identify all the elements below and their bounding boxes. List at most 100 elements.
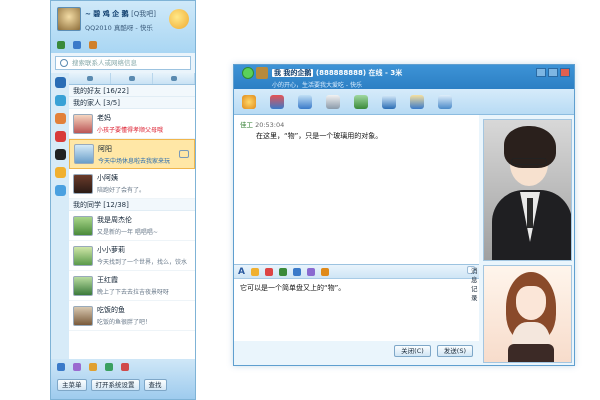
screenshot-icon[interactable]: [320, 267, 329, 276]
friend-name: 阿阳: [98, 144, 112, 153]
friend-signature: 晚上了下去去拉吉夜景呀呀: [97, 289, 170, 296]
tab-recent[interactable]: [153, 73, 195, 84]
list-item[interactable]: 我是周杰伦 又是新的一年 唱唱唱~: [69, 211, 195, 241]
share-icon[interactable]: [382, 94, 396, 109]
wallet-icon[interactable]: [89, 41, 97, 49]
list-item[interactable]: 小小萝莉 今天找到了一个世界，找么，饺水: [69, 241, 195, 271]
music-icon[interactable]: [54, 113, 66, 124]
header-tools: [57, 41, 97, 49]
find-button[interactable]: 查找: [143, 379, 167, 391]
chat-main: 佳工 20:53:04 在这里，“物”，只是一个玻璃用的对象。 A 消息记录 它…: [234, 115, 574, 367]
list-item[interactable]: 老妈 小孩子要懂得孝顺父母哦: [69, 109, 195, 139]
magic-icon[interactable]: [264, 267, 273, 276]
avatar: [73, 113, 93, 134]
weather-icon[interactable]: [169, 9, 189, 29]
music-icon[interactable]: [57, 363, 65, 371]
shake-icon[interactable]: [278, 267, 287, 276]
video-icon[interactable]: [54, 185, 66, 196]
my-avatar[interactable]: [57, 7, 81, 31]
friend-name: 小小萝莉: [97, 246, 125, 254]
chat-title-bar[interactable]: 我 我的企鹅 (888888888) 在线 - 3米 小的开心，生活要我大爱吃 …: [234, 65, 574, 89]
friend-signature: 今天找到了一个世界，找么，饺水: [97, 259, 188, 266]
list-item[interactable]: 吃饭的鱼 吃饭的鱼很胖了吧！: [69, 301, 195, 331]
font-icon[interactable]: A: [238, 267, 245, 277]
group-family[interactable]: 我的家人 [3/5]: [69, 97, 195, 109]
minimize-icon[interactable]: [536, 68, 546, 77]
contact-qq-show[interactable]: [483, 119, 572, 261]
chat-window: 我 我的企鹅 (888888888) 在线 - 3米 小的开心，生活要我大爱吃 …: [233, 64, 575, 366]
main-menu-button[interactable]: 主菜单: [57, 379, 87, 391]
online-status-icon: [242, 67, 254, 79]
window-controls: [536, 68, 570, 77]
game-icon[interactable]: [54, 131, 66, 142]
my-qq-show[interactable]: [483, 265, 572, 363]
message-sender: 佳工: [240, 121, 253, 129]
status-text[interactable]: [Q我吧]: [131, 10, 156, 18]
group-icon[interactable]: [410, 94, 424, 109]
music-icon[interactable]: [306, 267, 315, 276]
buddy-header: ~ 碧 鸡 企 鹅 [Q我吧] QQ2010 真酷呀 - 快乐: [51, 1, 195, 53]
avatar: [74, 144, 94, 164]
tab-groups[interactable]: [111, 73, 153, 84]
close-button[interactable]: 关闭(C): [394, 345, 431, 357]
video-call-icon[interactable]: [179, 150, 189, 158]
shop-icon[interactable]: [54, 167, 66, 178]
emoticon-icon[interactable]: [242, 94, 256, 109]
contact-search-input[interactable]: 搜索联系人或网络信息: [55, 56, 191, 70]
friend-name: 小阿姨: [97, 174, 118, 182]
friend-signature: 小孩子要懂得孝顺父母哦: [97, 127, 164, 134]
close-icon[interactable]: [560, 68, 570, 77]
remote-icon[interactable]: [270, 94, 284, 109]
file-transfer-icon[interactable]: [326, 94, 340, 109]
settings-icon[interactable]: [438, 94, 452, 109]
message-input[interactable]: 它可以是一个简单盘又上的“物”。: [234, 279, 479, 341]
contact-avatar-small[interactable]: [256, 67, 268, 79]
message-history-button[interactable]: 消息记录: [467, 266, 478, 302]
contact-signature: 小的开心，生活要我大爱吃 - 快乐: [272, 82, 362, 89]
friend-signature: 吃饭的鱼很胖了吧！: [97, 319, 152, 326]
apps-icon[interactable]: [105, 363, 113, 371]
message-history-pane[interactable]: 佳工 20:53:04 在这里，“物”，只是一个玻璃用的对象。: [234, 115, 479, 265]
avatar: [73, 245, 93, 266]
qq-icon[interactable]: [54, 77, 66, 88]
avatar: [73, 215, 93, 236]
space-icon[interactable]: [73, 41, 81, 49]
image-icon[interactable]: [292, 267, 301, 276]
pet-icon[interactable]: [73, 363, 81, 371]
chat-contact-name[interactable]: 我 我的企鹅 (888888888) 在线 - 3米: [272, 68, 574, 78]
tab-contacts[interactable]: [69, 73, 111, 84]
list-item[interactable]: 王红霞 晚上了下去去拉吉夜景呀呀: [69, 271, 195, 301]
send-button[interactable]: 发送(S): [436, 345, 473, 357]
video-icon[interactable]: [298, 94, 312, 109]
qzone-icon[interactable]: [54, 95, 66, 106]
settings-button[interactable]: 打开系统设置: [90, 379, 140, 391]
friend-signature: 陪跑好了会有了。: [97, 187, 146, 194]
mail-icon[interactable]: [57, 41, 65, 49]
avatar: [73, 305, 93, 326]
emoticon-icon[interactable]: [250, 267, 259, 276]
penguin-icon[interactable]: [54, 149, 66, 160]
qq-show-panel: [479, 115, 574, 367]
contact-qq-number: (888888888): [315, 69, 367, 77]
chat-toolbar: [234, 89, 574, 115]
buddy-list-window: ~ 碧 鸡 企 鹅 [Q我吧] QQ2010 真酷呀 - 快乐 搜索联系人或网络…: [50, 0, 196, 400]
nickname-text: ~ 碧 鸡 企 鹅: [85, 10, 129, 18]
chat-action-buttons: 关闭(C) 发送(S): [234, 341, 479, 361]
games-icon[interactable]: [121, 363, 129, 371]
list-tabs: [69, 73, 195, 85]
message-time: 20:53:04: [255, 121, 285, 129]
mail-icon[interactable]: [89, 363, 97, 371]
side-app-bar: [51, 73, 69, 363]
list-item[interactable]: 小阿姨 陪跑好了会有了。: [69, 169, 195, 199]
buddy-footer: 主菜单 打开系统设置 查找: [51, 359, 195, 399]
group-classmates[interactable]: 我的同学 [12/38]: [69, 199, 195, 211]
buddy-body: 我的好友 [16/22] 我的家人 [3/5] 老妈 小孩子要懂得孝顺父母哦 阿…: [51, 73, 195, 363]
maximize-icon[interactable]: [548, 68, 558, 77]
format-toolbar: A 消息记录: [234, 265, 479, 302]
app-icon[interactable]: [354, 94, 368, 109]
group-friends[interactable]: 我的好友 [16/22]: [69, 85, 195, 97]
avatar: [73, 275, 93, 296]
list-item[interactable]: 阿阳 今天中场休息啦去我家来玩: [69, 139, 195, 169]
contact-list: 我的好友 [16/22] 我的家人 [3/5] 老妈 小孩子要懂得孝顺父母哦 阿…: [69, 73, 195, 363]
friend-signature: 又是新的一年 唱唱唱~: [97, 229, 158, 236]
